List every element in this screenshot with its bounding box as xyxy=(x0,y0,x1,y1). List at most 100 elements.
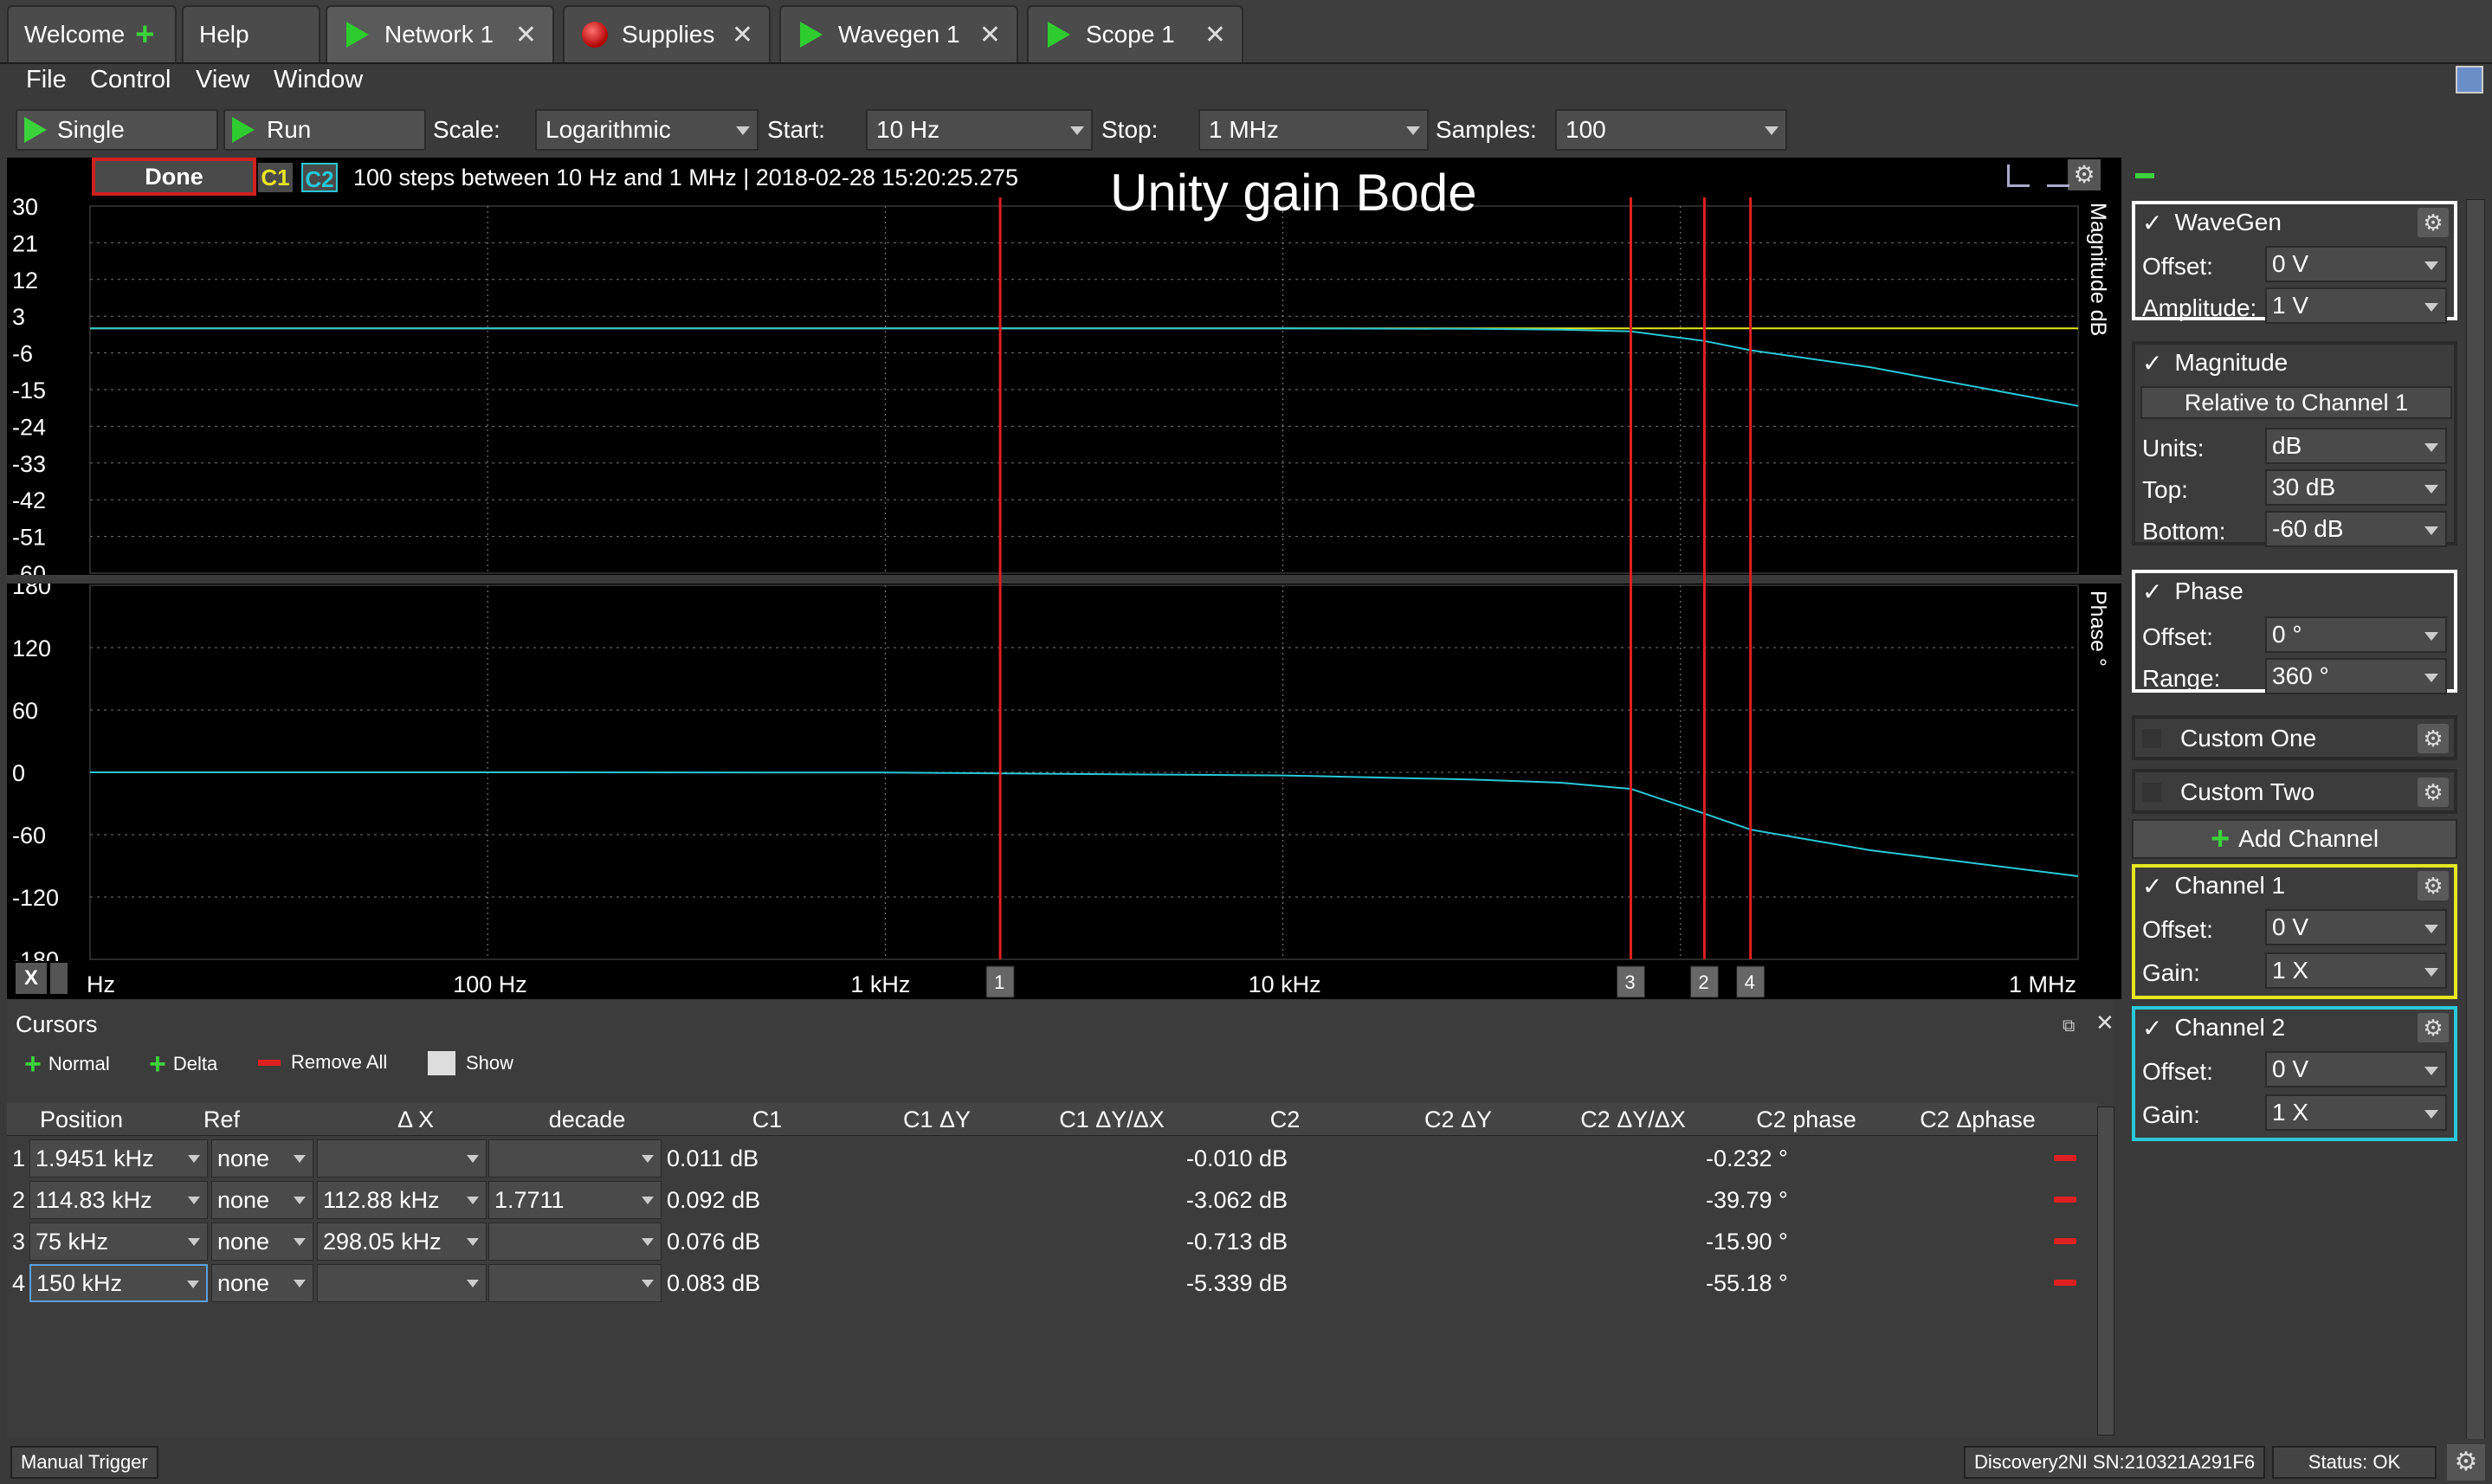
zoom-icon[interactable] xyxy=(2007,165,2030,187)
close-icon[interactable]: ✕ xyxy=(979,23,1001,48)
column-header[interactable]: C2 ΔY xyxy=(1372,1107,1545,1136)
decade-select[interactable] xyxy=(488,1264,662,1302)
x-axis-button[interactable]: X xyxy=(16,963,47,994)
column-header[interactable]: C2 xyxy=(1198,1107,1372,1136)
menu-file[interactable]: File xyxy=(26,66,67,94)
phase-offset-select[interactable]: 0 ° xyxy=(2265,616,2447,653)
ch2-offset-select[interactable]: 0 V xyxy=(2265,1051,2447,1087)
ref-select[interactable]: none xyxy=(211,1223,313,1261)
ch1-gain-select[interactable]: 1 X xyxy=(2265,952,2447,989)
gear-icon[interactable]: ⚙ xyxy=(2418,871,2449,900)
close-icon[interactable]: ✕ xyxy=(1204,23,1226,48)
magnitude-header[interactable]: ✓ Magnitude xyxy=(2135,345,2454,381)
bode-plot[interactable]: 3021123-6-15-24-33-42-51-60180120600-60-… xyxy=(7,158,2121,999)
close-icon[interactable]: ✕ xyxy=(2095,1010,2114,1036)
c2-toggle[interactable]: C2 xyxy=(301,163,338,192)
remove-cursor-icon[interactable] xyxy=(2054,1155,2076,1161)
add-channel-button[interactable]: + Add Channel xyxy=(2132,819,2457,859)
menu-view[interactable]: View xyxy=(196,66,249,94)
column-header[interactable]: C2 phase xyxy=(1720,1107,1893,1136)
stop-select[interactable]: 1 MHz xyxy=(1198,109,1429,151)
samples-select[interactable]: 100 xyxy=(1555,109,1787,151)
gear-icon[interactable]: ⚙ xyxy=(2418,724,2449,753)
column-header[interactable]: C2 ΔY/ΔX xyxy=(1546,1107,1720,1136)
ch2-gain-select[interactable]: 1 X xyxy=(2265,1094,2447,1131)
add-icon[interactable]: + xyxy=(135,18,154,51)
vertical-scrollbar[interactable] xyxy=(2097,1107,2114,1436)
check-icon[interactable]: ✓ xyxy=(2142,872,2162,900)
checkbox[interactable] xyxy=(2142,783,2161,802)
manual-trigger-button[interactable]: Manual Trigger xyxy=(10,1446,158,1479)
cursor-row[interactable]: 1 1.9451 kHz none 0.011 dB -0.010 dB -0.232 ° xyxy=(7,1139,2094,1179)
side-scrollbar[interactable] xyxy=(2466,199,2485,1442)
gear-icon[interactable]: ⚙ xyxy=(2068,159,2101,190)
cursor-row[interactable]: 3 75 kHz none 298.05 kHz 0.076 dB -0.713 dB -1… xyxy=(7,1223,2094,1262)
gear-icon[interactable]: ⚙ xyxy=(2447,1444,2485,1481)
normal-cursor-button[interactable]: + Normal xyxy=(24,1049,110,1079)
channel-2-header[interactable]: ✓ Channel 2 ⚙ xyxy=(2135,1010,2454,1046)
show-button[interactable]: Show xyxy=(428,1051,513,1075)
check-icon[interactable]: ✓ xyxy=(2142,577,2162,606)
position-select[interactable]: 114.83 kHz xyxy=(29,1181,208,1219)
column-header[interactable]: C2 Δphase xyxy=(1891,1107,2064,1136)
column-header[interactable]: C1 xyxy=(681,1107,854,1136)
gear-icon[interactable]: ⚙ xyxy=(2418,208,2449,237)
delta-x-select[interactable]: 112.88 kHz xyxy=(317,1181,487,1219)
tab-welcome[interactable]: Welcome + xyxy=(7,5,177,62)
close-icon[interactable]: ✕ xyxy=(515,23,537,48)
ref-select[interactable]: none xyxy=(211,1264,313,1302)
custom-one-group[interactable]: Custom One ⚙ xyxy=(2132,715,2457,760)
collapse-icon[interactable] xyxy=(2135,173,2154,178)
dock-icon[interactable] xyxy=(2456,66,2483,94)
remove-cursor-icon[interactable] xyxy=(2054,1280,2076,1286)
tab-wavegen[interactable]: Wavegen 1 ✕ xyxy=(779,5,1018,62)
check-icon[interactable]: ✓ xyxy=(2142,349,2162,377)
check-icon[interactable]: ✓ xyxy=(2142,1014,2162,1042)
decade-select[interactable] xyxy=(488,1139,662,1178)
gear-icon[interactable]: ⚙ xyxy=(2418,1013,2449,1042)
c1-toggle[interactable]: C1 xyxy=(258,163,293,192)
phase-header[interactable]: ✓ Phase xyxy=(2135,573,2454,610)
bottom-select[interactable]: -60 dB xyxy=(2265,511,2447,547)
ref-select[interactable]: none xyxy=(211,1139,313,1178)
pan-icon[interactable] xyxy=(2047,165,2069,187)
chevron-down-icon[interactable] xyxy=(50,963,68,994)
detach-icon[interactable]: ⧉ xyxy=(2063,1016,2075,1036)
wavegen-amplitude-select[interactable]: 1 V xyxy=(2265,287,2447,324)
top-select[interactable]: 30 dB xyxy=(2265,469,2447,506)
position-select[interactable]: 1.9451 kHz xyxy=(29,1139,208,1178)
decade-select[interactable]: 1.7711 xyxy=(488,1181,662,1219)
cursor-row[interactable]: 4 150 kHz none 0.083 dB -5.339 dB -55.18 ° xyxy=(7,1264,2094,1304)
remove-cursor-icon[interactable] xyxy=(2054,1197,2076,1203)
column-header[interactable]: Position xyxy=(16,1107,146,1136)
phase-range-select[interactable]: 360 ° xyxy=(2265,658,2447,694)
units-select[interactable]: dB xyxy=(2265,428,2447,464)
menu-window[interactable]: Window xyxy=(274,66,363,94)
gear-icon[interactable]: ⚙ xyxy=(2418,777,2449,807)
custom-two-group[interactable]: Custom Two ⚙ xyxy=(2132,769,2457,814)
tab-network[interactable]: Network 1 ✕ xyxy=(326,5,554,62)
remove-all-button[interactable]: Remove All xyxy=(258,1051,387,1074)
delta-x-select[interactable] xyxy=(317,1264,487,1302)
close-icon[interactable]: ✕ xyxy=(732,23,753,48)
remove-cursor-icon[interactable] xyxy=(2054,1238,2076,1244)
delta-cursor-button[interactable]: + Delta xyxy=(149,1049,217,1079)
decade-select[interactable] xyxy=(488,1223,662,1261)
tab-scope[interactable]: Scope 1 ✕ xyxy=(1027,5,1243,62)
position-select[interactable]: 75 kHz xyxy=(29,1223,208,1261)
tab-help[interactable]: Help xyxy=(182,5,320,62)
column-header[interactable]: Ref xyxy=(170,1107,274,1136)
check-icon[interactable]: ✓ xyxy=(2142,209,2162,237)
relative-channel-button[interactable]: Relative to Channel 1 xyxy=(2140,386,2452,419)
wavegen-offset-select[interactable]: 0 V xyxy=(2265,246,2447,282)
checkbox[interactable] xyxy=(2142,729,2161,748)
wavegen-header[interactable]: ✓ WaveGen ⚙ xyxy=(2135,204,2454,241)
column-header[interactable]: Δ X xyxy=(329,1107,502,1136)
menu-control[interactable]: Control xyxy=(90,66,171,94)
column-header[interactable]: C1 ΔY/ΔX xyxy=(1025,1107,1198,1136)
position-select[interactable]: 150 kHz xyxy=(29,1264,208,1302)
column-header[interactable]: decade xyxy=(500,1107,674,1136)
single-button[interactable]: Single xyxy=(16,109,218,151)
channel-1-header[interactable]: ✓ Channel 1 ⚙ xyxy=(2135,868,2454,904)
scale-select[interactable]: Logarithmic xyxy=(535,109,759,151)
